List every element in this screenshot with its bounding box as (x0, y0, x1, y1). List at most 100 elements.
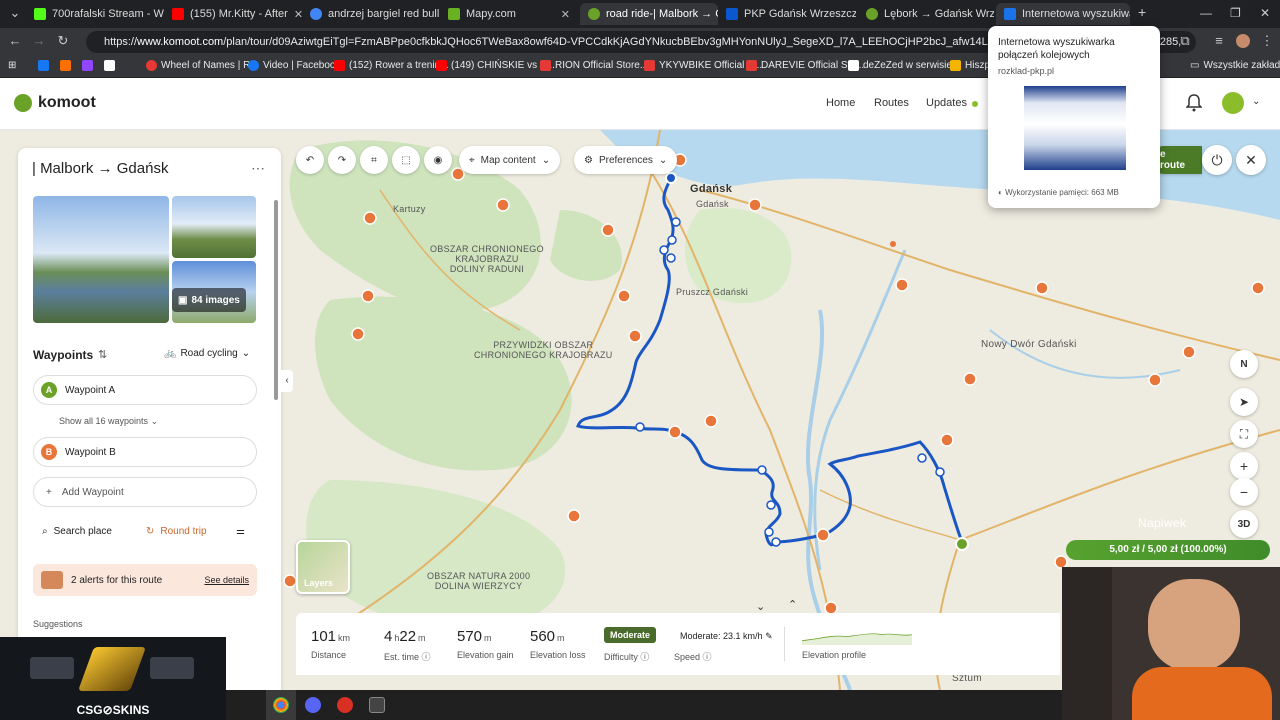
komoot-logo-icon (14, 94, 32, 112)
info-icon[interactable]: ⓘ (422, 652, 431, 662)
bookmark[interactable]: DAREVIE Official Sto... (746, 60, 864, 71)
close-planner-icon[interactable]: ✕ (1236, 145, 1266, 175)
bookmark[interactable]: Video | Facebook (248, 60, 340, 71)
bookmark[interactable] (104, 60, 115, 71)
sport-selector[interactable]: 🚲 Road cycling ⌄ (164, 348, 250, 359)
speed-value[interactable]: Moderate: 23.1 km/h ✎ (680, 631, 773, 642)
browser-tab-active[interactable]: road ride-| Malbork → Gd✕ (580, 3, 718, 25)
obs-icon[interactable] (337, 697, 353, 713)
map-content-button[interactable]: ⌖ Map content ⌄ (459, 146, 561, 174)
komoot-icon (866, 8, 878, 20)
extensions-icon[interactable]: ⧉ (1176, 33, 1194, 49)
media-icon[interactable]: ≡ (1210, 33, 1228, 48)
info-icon[interactable]: ⓘ (703, 652, 712, 662)
bookmark[interactable]: Wheel of Names | R... (146, 60, 259, 71)
komoot-logo[interactable]: komoot (14, 94, 96, 112)
bookmark[interactable] (60, 60, 71, 71)
apps-icon[interactable]: ⊞ (8, 60, 16, 71)
browser-tab[interactable]: Lębork → Gdańsk Wrzesz✕ (858, 3, 994, 25)
route-title[interactable]: | Malbork → Gdańsk (32, 160, 168, 177)
fullscreen-icon[interactable]: ⛶ (1230, 420, 1258, 448)
tab-title: (155) Mr.Kitty - After (190, 8, 288, 20)
route-photo[interactable] (33, 196, 169, 323)
elevation-profile-sparkline[interactable] (802, 631, 912, 645)
all-bookmarks[interactable]: ▭ Wszystkie zakładki (1190, 60, 1280, 71)
elev-gain-value: 570 (457, 628, 483, 645)
route-photo[interactable] (172, 196, 256, 258)
chevron-down-icon[interactable]: ⌄ (1252, 96, 1260, 107)
maximize-icon[interactable]: ❐ (1230, 6, 1241, 20)
browser-tab[interactable]: andrzej bargiel red bull p✕ (302, 3, 440, 25)
terminal-icon[interactable] (369, 697, 385, 713)
visibility-button[interactable]: ◉ (424, 146, 452, 174)
layers-button[interactable]: Layers (296, 540, 350, 594)
select-area-button[interactable]: ⬚ (392, 146, 420, 174)
add-waypoint-button[interactable]: + Add Waypoint (33, 477, 257, 507)
crop-button[interactable]: ⌗ (360, 146, 388, 174)
menu-icon[interactable]: ⋮ (1258, 33, 1276, 49)
close-window-icon[interactable]: ✕ (1260, 6, 1270, 20)
chevron-up-icon[interactable]: ⌃ (788, 598, 797, 611)
nav-home[interactable]: Home (826, 97, 855, 109)
chrome-icon[interactable] (273, 697, 289, 713)
info-icon[interactable]: ⓘ (640, 652, 649, 662)
close-tab-icon[interactable]: ✕ (294, 8, 302, 21)
preferences-button[interactable]: ⚙ Preferences ⌄ (574, 146, 678, 174)
reload-icon[interactable]: ↻ (54, 33, 72, 49)
browser-tab[interactable]: Mapy.com ✕ (440, 3, 578, 25)
compass-icon[interactable]: N (1230, 350, 1258, 378)
round-trip-button[interactable]: ↻ Round trip (146, 526, 207, 537)
tab-search-icon[interactable]: ⌄ (6, 5, 24, 21)
waypoint-a[interactable]: A Waypoint A (33, 375, 257, 405)
bookmark[interactable]: RION Official Store... (540, 60, 648, 71)
chevron-down-icon[interactable]: ⌄ (756, 600, 765, 613)
3d-toggle[interactable]: 3D (1230, 510, 1258, 538)
sort-icon[interactable]: ⇅ (98, 348, 107, 361)
collapse-panel-icon[interactable]: ‹ (281, 370, 293, 392)
browser-tab[interactable]: Internetowa wyszukiwarka✕ (996, 3, 1130, 25)
bookmark[interactable] (82, 60, 93, 71)
bike-icon: 🚲 (164, 348, 177, 359)
images-count-badge[interactable]: ▣ 84 images (172, 288, 246, 312)
new-tab-button[interactable]: + (1138, 4, 1146, 20)
redo-button[interactable]: ↷ (328, 146, 356, 174)
nav-routes[interactable]: Routes (874, 97, 909, 109)
minimize-icon[interactable]: — (1200, 6, 1212, 20)
back-icon[interactable]: ← (6, 33, 24, 48)
bell-icon[interactable] (1186, 94, 1202, 112)
browser-tab[interactable]: (155) Mr.Kitty - After ✕ (164, 3, 302, 25)
show-all-waypoints[interactable]: Show all 16 waypoints ⌄ (59, 416, 158, 427)
tab-title: andrzej bargiel red bull p (328, 8, 440, 20)
lock-icon[interactable]: ⏻ (1202, 145, 1232, 175)
app-icon[interactable] (305, 697, 321, 713)
csg-skins-overlay: CSG⊘SKINS (0, 637, 226, 720)
route-alerts[interactable]: 2 alerts for this route See details (33, 564, 257, 596)
browser-tab[interactable]: PKP Gdańsk Wrzeszcz > I✕ (718, 3, 856, 25)
nav-updates[interactable]: Updates (926, 97, 967, 109)
user-avatar[interactable] (1222, 92, 1244, 114)
speed-label-text: Speed (674, 652, 701, 662)
search-place-button[interactable]: ⌕ Search place (42, 526, 112, 537)
collapse-panel[interactable] (18, 380, 22, 402)
zoom-out-icon[interactable]: − (1230, 478, 1258, 506)
bookmark[interactable] (38, 60, 49, 71)
bookmark[interactable]: deZeZed w serwisie... (848, 60, 960, 71)
bookmark[interactable]: (149) CHIŃSKIE vs E... (436, 60, 555, 71)
bookmark[interactable]: YKYWBIKE Official S... (644, 60, 762, 71)
elevation-profile-label: Elevation profile (802, 650, 867, 660)
profile-avatar[interactable] (1236, 34, 1250, 48)
see-details-link[interactable]: See details (204, 575, 249, 585)
close-tab-icon[interactable]: ✕ (561, 8, 570, 21)
bookmark[interactable]: (152) Rower a trenin... (334, 60, 449, 71)
filters-icon[interactable]: ⚌ (236, 526, 245, 537)
forward-icon[interactable]: → (30, 33, 48, 48)
knife-skin-image (77, 647, 147, 691)
zoom-in-icon[interactable]: + (1230, 452, 1258, 480)
browser-tab[interactable]: 700rafalski Stream - Watc✕ (26, 3, 164, 25)
waypoint-label: Waypoint B (65, 446, 116, 458)
locate-icon[interactable]: ➤ (1230, 388, 1258, 416)
waypoint-b[interactable]: B Waypoint B (33, 437, 257, 467)
panel-scrollbar[interactable] (274, 200, 278, 400)
more-options-icon[interactable]: ⋯ (251, 160, 265, 177)
undo-button[interactable]: ↶ (296, 146, 324, 174)
